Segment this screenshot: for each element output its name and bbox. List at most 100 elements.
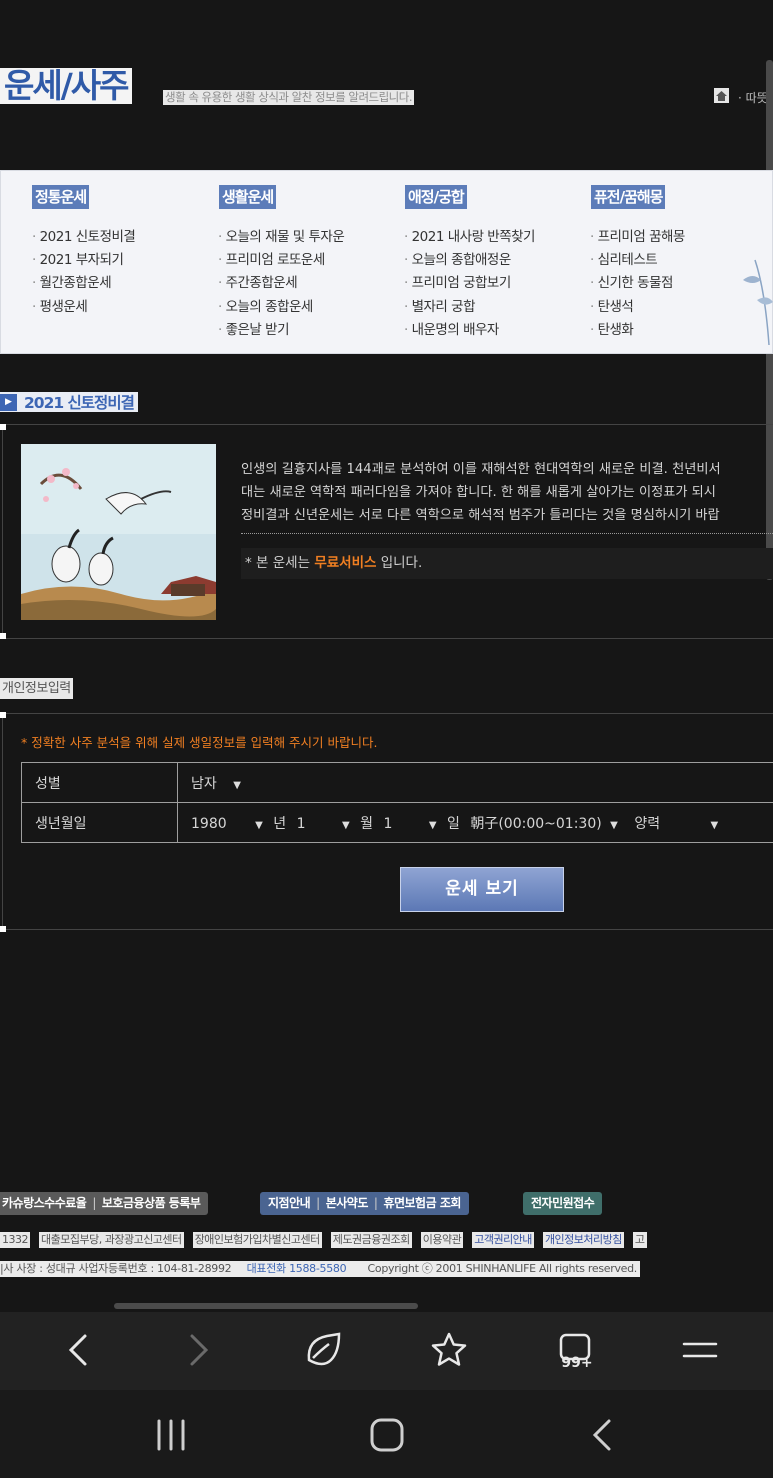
tabs-icon[interactable]: 99+: [556, 1330, 596, 1370]
menu-item[interactable]: 2021 부자되기: [32, 249, 135, 272]
month-select[interactable]: 1 ▼: [297, 816, 350, 832]
year-select[interactable]: 1980 ▼: [191, 816, 263, 832]
arrow-right-icon: ▶: [0, 393, 17, 411]
phone-number: 대표전화 1588-5580: [246, 1262, 347, 1275]
menu-item[interactable]: 프리미엄 로또운세: [218, 249, 344, 272]
menu-item[interactable]: 심리테스트: [590, 249, 685, 272]
menu-item[interactable]: 평생운세: [32, 296, 135, 319]
menu-item[interactable]: 오늘의 재물 및 투자운: [218, 226, 345, 249]
day-select[interactable]: 1 ▼: [383, 816, 436, 832]
footer-link[interactable]: 휴면보험금 조회: [383, 1196, 461, 1210]
back-icon[interactable]: [59, 1330, 99, 1370]
footer-link[interactable]: 지점안내: [268, 1196, 311, 1210]
chevron-down-icon: ▼: [255, 819, 263, 831]
day-unit: 일: [447, 815, 460, 832]
panel-corner: [0, 633, 6, 639]
menu-item[interactable]: 별자리 궁합: [404, 296, 535, 319]
notice-prefix: * 본 운세는: [245, 555, 311, 571]
tabs-count: 99+: [561, 1355, 592, 1370]
gender-cell: 남자 ▼: [177, 762, 773, 803]
browser-toolbar: [0, 1312, 773, 1390]
footer-link[interactable]: 대출모집부당, 과장광고신고센터: [39, 1232, 184, 1248]
footer-link[interactable]: 보호금융상품 등록부: [102, 1196, 201, 1210]
birth-cell: 1980 ▼ 년 1 ▼ 월 1 ▼ 일 朝子(00:00~01:30) ▼ 양…: [177, 802, 773, 843]
menu-item[interactable]: 프리미엄 꿈해몽: [590, 226, 686, 249]
hour-value: 朝子(00:00~01:30): [470, 815, 602, 832]
gender-select[interactable]: 남자 ▼: [191, 773, 241, 793]
corp-info-text: |사 사장 : 성대규 사업자등록번호 : 104-81-28992: [0, 1262, 232, 1275]
header-link[interactable]: · 따뜻: [738, 89, 768, 106]
free-service-notice: * 본 운세는 무료서비스 입니다.: [241, 548, 773, 579]
birth-info-form: 성별 남자 ▼ 생년월일 1980 ▼ 년 1 ▼ 월 1 ▼ 일 朝子(00:…: [21, 762, 773, 843]
section-title: 2021 신토정비결: [24, 394, 135, 412]
footer-link[interactable]: 이용약관: [420, 1232, 464, 1248]
hour-select[interactable]: 朝子(00:00~01:30) ▼: [470, 813, 618, 833]
complaint-button[interactable]: 전자민원접수: [523, 1192, 603, 1215]
birth-label: 생년월일: [21, 802, 178, 843]
footer-link[interactable]: 고객권리안내: [472, 1232, 534, 1248]
category-list-traditional: 2021 신토정비결 2021 부자되기 월간종합운세 평생운세: [32, 226, 136, 319]
year-value: 1980: [191, 815, 227, 832]
input-warning: * 정확한 사주 분석을 위해 실제 생일정보를 입력해 주시기 바랍니다.: [21, 735, 378, 750]
footer-link[interactable]: 1332: [0, 1232, 30, 1248]
menu-item[interactable]: 좋은날 받기: [218, 319, 344, 342]
footer-links: 1332 대출모집부당, 과장광고신고센터 장애인보험가입차별신고센터 제도권금…: [0, 1232, 773, 1248]
menu-icon[interactable]: [680, 1330, 720, 1370]
footer-link[interactable]: 개인정보처리방침: [542, 1232, 624, 1248]
section-heading-personal-info: 개인정보입력: [0, 678, 73, 699]
chevron-down-icon: ▼: [341, 819, 350, 831]
system-back-icon[interactable]: [583, 1415, 623, 1455]
category-menu: 정통운세 2021 신토정비결 2021 부자되기 월간종합운세 평생운세 생활…: [0, 170, 773, 354]
decorative-painting: [743, 259, 773, 346]
category-list-life: 오늘의 재물 및 투자운 프리미엄 로또운세 주간종합운세 오늘의 종합운세 좋…: [218, 226, 345, 342]
day-value: 1: [383, 815, 393, 832]
menu-item[interactable]: 프리미엄 궁합보기: [404, 272, 535, 295]
menu-item[interactable]: 2021 신토정비결: [32, 226, 136, 249]
footer-group-2: 지점안내 | 본사약도 | 휴면보험금 조회: [260, 1192, 469, 1215]
recent-apps-icon[interactable]: [151, 1415, 191, 1455]
category-title-life[interactable]: 생활운세: [219, 185, 277, 209]
menu-item[interactable]: 월간종합운세: [32, 272, 135, 295]
leaf-icon[interactable]: [303, 1330, 343, 1370]
form-row-gender: 성별 남자 ▼: [21, 762, 773, 803]
category-title-love[interactable]: 애정/궁합: [405, 185, 467, 209]
footer-link[interactable]: 본사약도: [326, 1196, 369, 1210]
month-unit: 월: [360, 815, 374, 832]
footer-link[interactable]: 제도권금융권조회: [330, 1232, 412, 1248]
section-heading-tojeong: ▶ 2021 신토정비결: [0, 392, 138, 412]
calendar-select[interactable]: 양력 ▼: [634, 813, 718, 833]
chevron-down-icon: ▼: [610, 819, 618, 831]
intro-line: 대는 새로운 역학적 패러다임을 가져야 합니다. 한 해를 새롭게 살아가는 …: [241, 485, 716, 500]
home-button-icon[interactable]: [367, 1415, 407, 1455]
menu-item[interactable]: 주간종합운세: [218, 272, 344, 295]
gender-value: 남자: [191, 775, 217, 792]
horizontal-scrollbar[interactable]: [114, 1303, 418, 1309]
menu-item[interactable]: 탄생석: [590, 296, 685, 319]
intro-line: 인생의 길흉지사를 144괘로 분석하여 이를 재해석한 현대역학의 새로운 비…: [241, 462, 721, 477]
forward-icon[interactable]: [178, 1330, 218, 1370]
menu-item[interactable]: 2021 내사랑 반쪽찾기: [404, 226, 536, 249]
form-row-birth: 생년월일 1980 ▼ 년 1 ▼ 월 1 ▼ 일 朝子(00:00~01:30…: [21, 802, 773, 843]
category-title-fusion[interactable]: 퓨전/꿈해몽: [591, 185, 666, 209]
chevron-down-icon: ▼: [428, 819, 437, 831]
footer-link[interactable]: 고: [632, 1232, 647, 1248]
menu-item[interactable]: 신기한 동물점: [590, 272, 685, 295]
category-title-traditional[interactable]: 정통운세: [32, 185, 90, 209]
view-fortune-button[interactable]: 운세 보기: [400, 867, 564, 912]
footer-link[interactable]: 카슈랑스수수료율: [2, 1196, 87, 1210]
notice-suffix: 입니다.: [380, 555, 423, 571]
menu-item[interactable]: 오늘의 종합운세: [218, 296, 344, 319]
menu-item[interactable]: 내운명의 배우자: [404, 319, 535, 342]
footer-link[interactable]: 장애인보험가입차별신고센터: [192, 1232, 322, 1248]
bookmark-star-icon[interactable]: [429, 1330, 469, 1370]
intro-line: 정비결과 신년운세는 서로 다른 역학으로 해석적 범주가 틀리다는 것을 명심…: [241, 508, 720, 523]
corporate-info: |사 사장 : 성대규 사업자등록번호 : 104-81-28992 대표전화 …: [0, 1261, 640, 1277]
chevron-down-icon: ▼: [710, 819, 719, 831]
page-title: 운세/사주: [0, 68, 132, 104]
category-list-love: 2021 내사랑 반쪽찾기 오늘의 종합애정운 프리미엄 궁합보기 별자리 궁합…: [404, 226, 536, 342]
home-icon[interactable]: [714, 88, 729, 103]
menu-item[interactable]: 탄생화: [590, 319, 685, 342]
menu-item[interactable]: 오늘의 종합애정운: [404, 249, 535, 272]
page-subtitle: 생활 속 유용한 생활 상식과 알찬 정보를 알려드립니다.: [163, 90, 415, 105]
month-value: 1: [296, 815, 306, 832]
